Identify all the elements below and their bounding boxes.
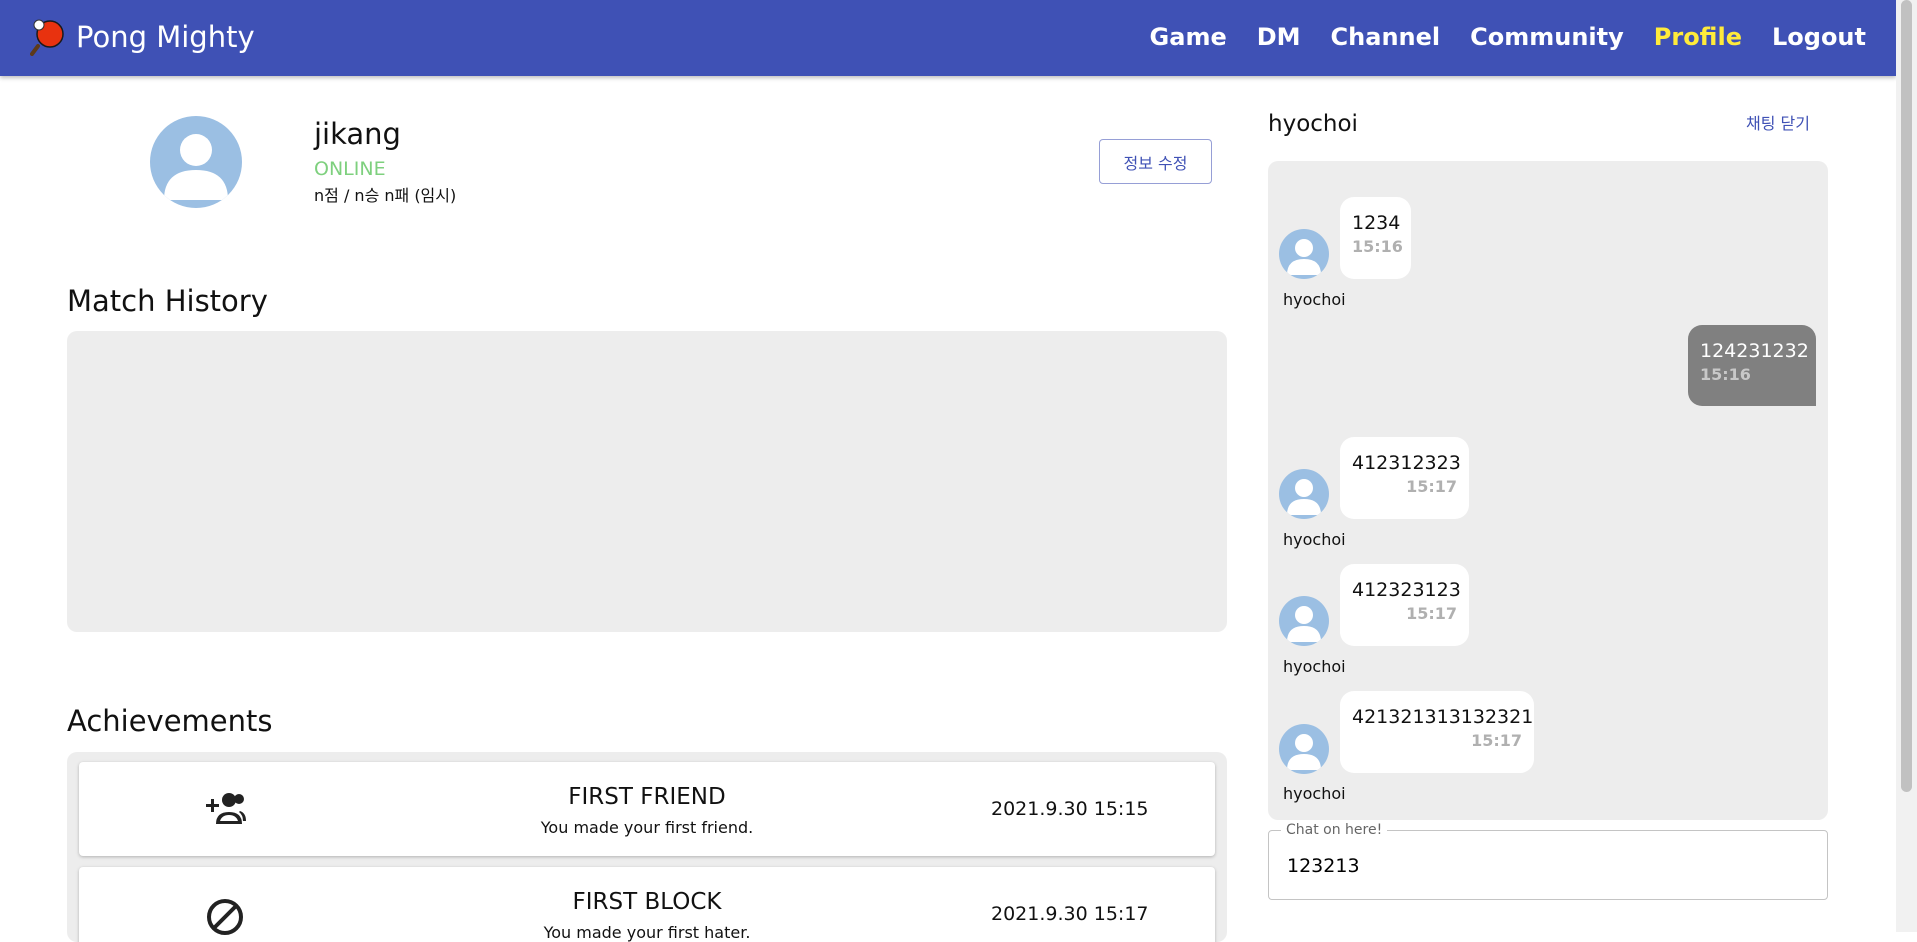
nav-logout[interactable]: Logout (1772, 18, 1866, 56)
pingpong-paddle-icon[interactable] (30, 18, 68, 56)
match-history-title: Match History (67, 284, 268, 318)
achievement-item: FIRST FRIEND You made your first friend.… (79, 762, 1215, 856)
message-bubble-mine: 124231232 15:16 (1688, 325, 1816, 406)
message-sender: hyochoi (1283, 657, 1346, 676)
achievement-date: 2021.9.30 15:15 (991, 798, 1149, 820)
page-scrollbar[interactable] (1896, 0, 1917, 932)
brand-title[interactable]: Pong Mighty (76, 18, 255, 56)
achievements-title: Achievements (67, 704, 273, 738)
nav-channel[interactable]: Channel (1331, 18, 1441, 56)
chat-input-label: Chat on here! (1281, 821, 1388, 839)
nav-dm[interactable]: DM (1257, 18, 1301, 56)
chat-input-field[interactable]: Chat on here! (1268, 821, 1828, 900)
app-bar: Pong Mighty Game DM Channel Community Pr… (0, 0, 1896, 76)
achievement-date: 2021.9.30 15:17 (991, 903, 1149, 925)
message-text: 124231232 (1700, 340, 1809, 362)
message-bubble: 421321313132321 15:17 (1340, 691, 1534, 773)
avatar (1279, 229, 1329, 279)
achievements-list: FIRST FRIEND You made your first friend.… (67, 752, 1227, 942)
main-nav: Game DM Channel Community Profile Logout (1150, 18, 1866, 56)
message-time: 15:17 (1406, 477, 1457, 496)
message-text: 421321313132321 (1352, 706, 1534, 728)
status-badge: ONLINE (314, 158, 386, 180)
message-bubble: 412312323 15:17 (1340, 437, 1469, 519)
avatar (1279, 724, 1329, 774)
avatar (1279, 596, 1329, 646)
chat-messages[interactable]: 1234 15:16 hyochoi 124231232 15:16 41231… (1268, 161, 1828, 820)
nav-game[interactable]: Game (1150, 18, 1227, 56)
message-sender: hyochoi (1283, 530, 1346, 549)
message-sender: hyochoi (1283, 290, 1346, 309)
message-time: 15:17 (1406, 604, 1457, 623)
nav-profile[interactable]: Profile (1654, 18, 1742, 56)
nav-community[interactable]: Community (1470, 18, 1624, 56)
message-text: 412312323 (1352, 452, 1461, 474)
edit-profile-button[interactable]: 정보 수정 (1099, 139, 1212, 184)
chat-partner-name: hyochoi (1268, 111, 1358, 137)
message-time: 15:16 (1700, 365, 1751, 384)
scrollbar-thumb[interactable] (1901, 0, 1912, 792)
chat-input[interactable] (1285, 849, 1809, 883)
avatar (150, 116, 242, 208)
close-chat-button[interactable]: 채팅 닫기 (1746, 113, 1810, 135)
profile-record: n점 / n승 n패 (임시) (314, 186, 457, 205)
message-sender: hyochoi (1283, 784, 1346, 803)
message-bubble: 412323123 15:17 (1340, 564, 1469, 646)
message-text: 1234 (1352, 212, 1401, 234)
achievement-item: FIRST BLOCK You made your first hater. 2… (79, 867, 1215, 942)
avatar (1279, 469, 1329, 519)
message-time: 15:16 (1352, 237, 1403, 256)
profile-username: jikang (314, 117, 401, 151)
message-time: 15:17 (1471, 731, 1522, 750)
message-bubble: 1234 15:16 (1340, 197, 1411, 279)
match-history-panel (67, 331, 1227, 632)
message-text: 412323123 (1352, 579, 1461, 601)
